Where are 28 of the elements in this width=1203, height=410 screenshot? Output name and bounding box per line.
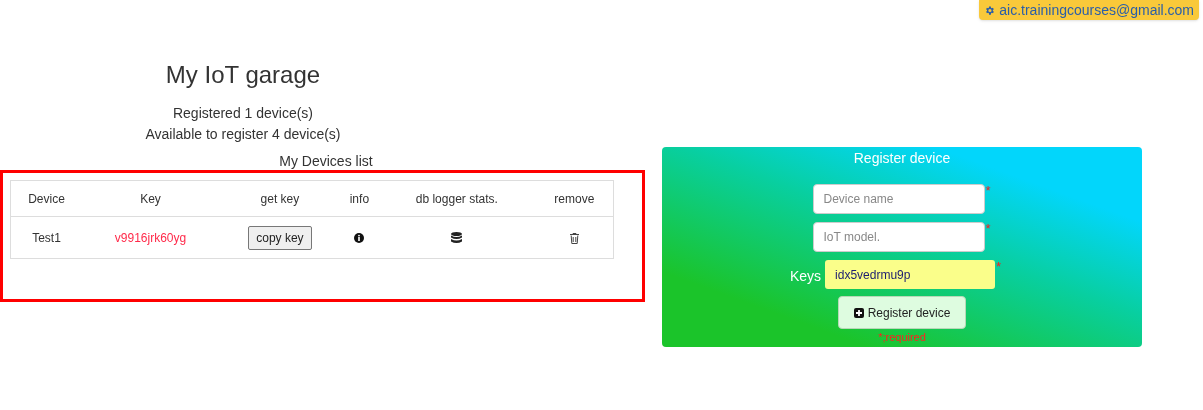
required-mark: * bbox=[996, 260, 1003, 274]
keys-label: Keys bbox=[789, 267, 822, 286]
page-title: My IoT garage bbox=[165, 60, 321, 90]
database-icon[interactable] bbox=[451, 232, 463, 245]
settings-icon bbox=[984, 4, 996, 16]
column-header: Key bbox=[81, 180, 220, 217]
required-note: *;required bbox=[878, 331, 926, 343]
info-icon bbox=[354, 233, 365, 244]
column-header: get key bbox=[219, 180, 341, 217]
text-field[interactable]: Device name bbox=[812, 184, 985, 214]
plus-icon bbox=[853, 307, 864, 318]
panel-title: Register device bbox=[853, 149, 951, 168]
text-field[interactable]: IoT model. bbox=[812, 222, 985, 252]
column-header: db logger stats. bbox=[378, 180, 536, 217]
copy-key-button[interactable]: copy key bbox=[248, 225, 312, 250]
key-field[interactable]: idx5vedrmu9p bbox=[825, 260, 996, 289]
registered-count: Registered 1 device(s) bbox=[172, 104, 314, 123]
column-header: remove bbox=[535, 180, 614, 217]
table-cell: v9916jrk60yg bbox=[81, 216, 220, 259]
trash-icon[interactable] bbox=[569, 232, 579, 244]
column-header: Device bbox=[10, 180, 82, 217]
available-count: Available to register 4 device(s) bbox=[145, 125, 341, 144]
required-mark: * bbox=[985, 184, 992, 198]
devices-list-title: My Devices list bbox=[279, 152, 373, 170]
required-mark: * bbox=[985, 222, 992, 236]
column-header: info bbox=[340, 180, 378, 217]
register-button[interactable]: Register device bbox=[837, 296, 967, 329]
table-cell: Test1 bbox=[10, 216, 82, 259]
